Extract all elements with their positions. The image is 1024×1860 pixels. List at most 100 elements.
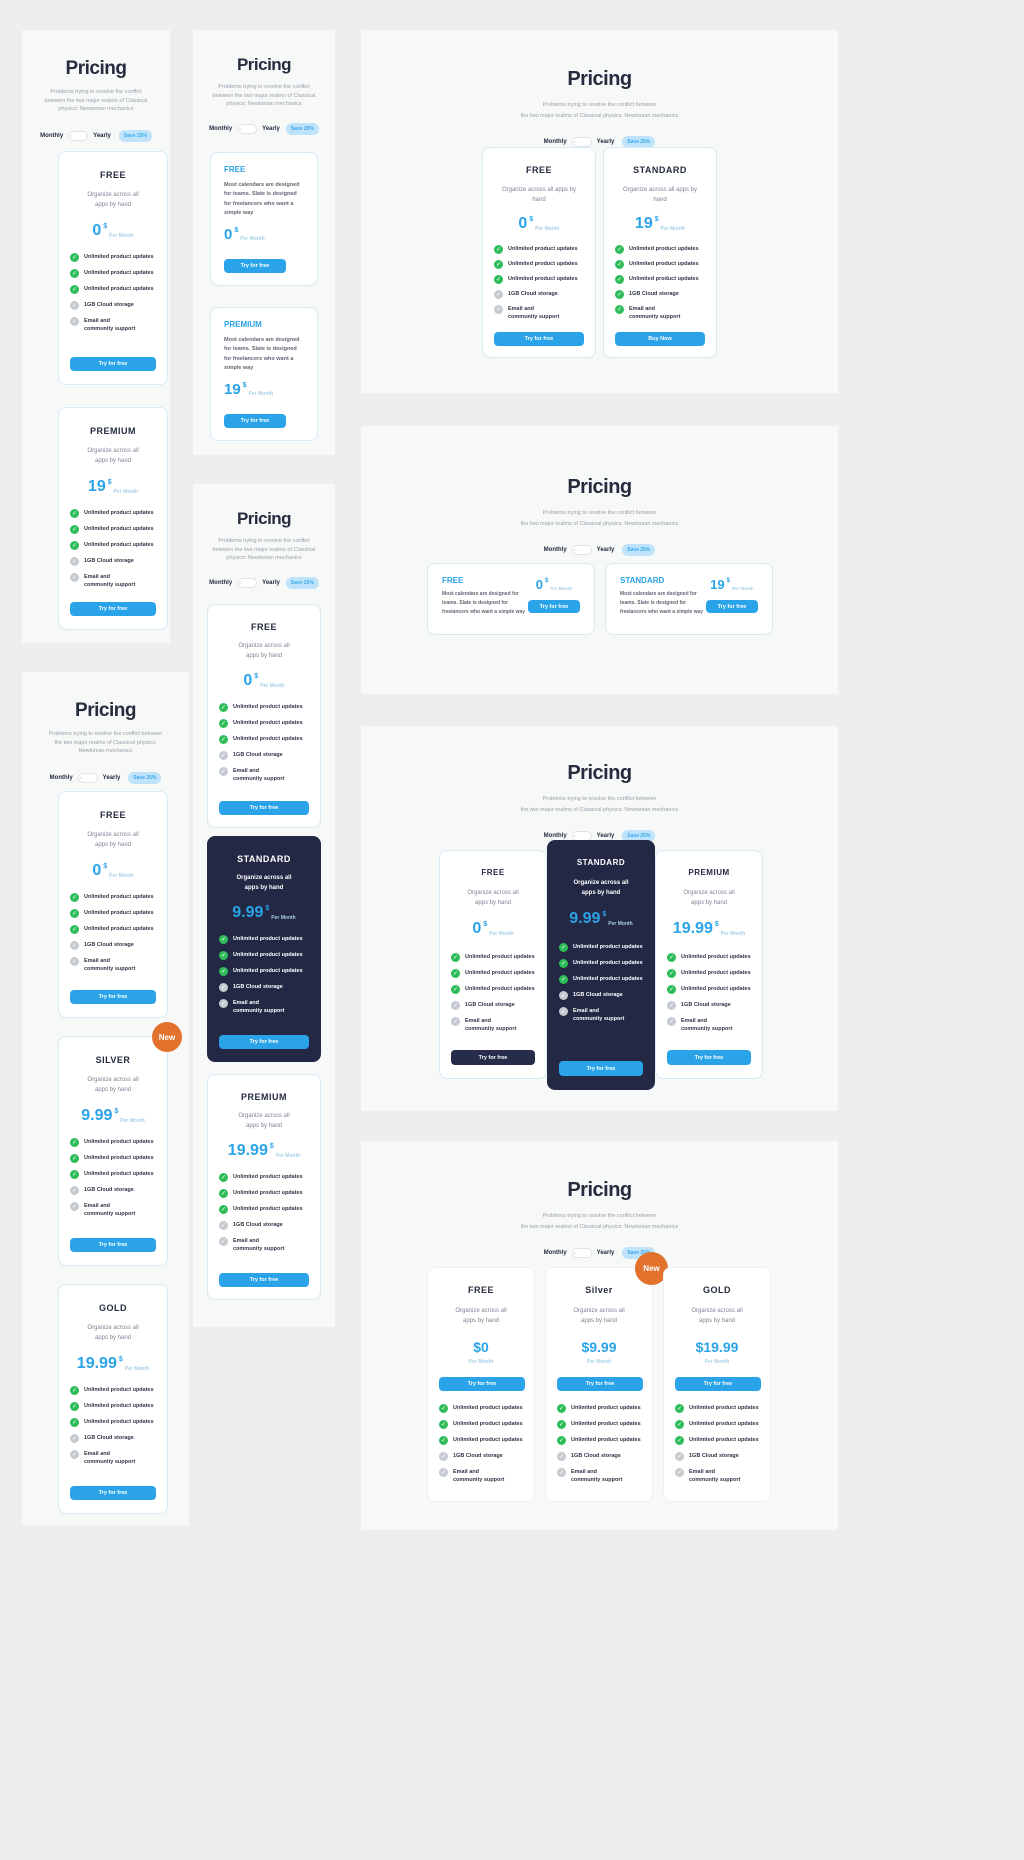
check-icon: ✓ [439, 1436, 448, 1446]
currency-symbol: $ [265, 905, 270, 913]
try-for-free-button[interactable]: Try for free [70, 990, 156, 1004]
billing-toggle-switch[interactable] [237, 123, 258, 134]
try-for-free-button[interactable]: Try for free [224, 259, 286, 273]
plan-card-free[interactable]: FREE Organize across all apps by hand 0 … [439, 850, 547, 1079]
plan-price: 0 [224, 226, 233, 244]
try-for-free-button[interactable]: Try for free [706, 600, 758, 613]
billing-toggle-switch[interactable] [68, 130, 89, 141]
plan-card-standard[interactable]: STANDARD Organize across all apps by han… [547, 840, 655, 1090]
plan-card-free[interactable]: FREE Most calendars are designed for tea… [427, 563, 595, 635]
check-icon: ✓ [559, 1007, 568, 1017]
feature-label: Unlimited product updates [508, 276, 578, 283]
feature-item: ✓ 1GB Cloud storage [219, 983, 309, 993]
try-for-free-button[interactable]: Try for free [528, 600, 580, 613]
plan-card-premium[interactable]: PREMIUM Organize across all apps by hand… [58, 407, 168, 630]
billing-toggle-switch[interactable] [571, 545, 592, 556]
plan-name: FREE [99, 810, 126, 820]
billing-toggle-switch[interactable] [237, 577, 258, 588]
buy-now-button[interactable]: Buy Now [615, 332, 705, 346]
plan-card-free[interactable]: FREE Organize across all apps by hand $0… [427, 1267, 535, 1502]
plan-price: 19.99 [76, 1355, 117, 1373]
feature-label: Email and community support [84, 1451, 136, 1465]
plan-card-free[interactable]: FREE Organize across all apps by hand 0 … [58, 151, 168, 385]
billing-toggle-switch[interactable] [571, 1248, 592, 1259]
plan-card-premium[interactable]: PREMIUM Most calendars are designed for … [210, 307, 318, 441]
per-month-label: Per Month [113, 489, 139, 496]
try-for-free-button[interactable]: Try for free [675, 1377, 761, 1392]
feature-item: ✓ Unlimited product updates [557, 1404, 641, 1414]
check-icon: ✓ [70, 557, 79, 567]
toggle-label-yearly: Yearly [93, 132, 111, 139]
try-for-free-button[interactable]: Try for free [70, 1486, 156, 1500]
plan-card-standard[interactable]: STANDARD Organize across all apps by han… [207, 836, 321, 1062]
feature-item: ✓ 1GB Cloud storage [219, 1221, 309, 1231]
toggle-label-yearly: Yearly [596, 139, 615, 146]
per-month-label: Per Month [248, 391, 274, 398]
feature-label: Unlimited product updates [84, 1139, 154, 1146]
try-for-free-button[interactable]: Try for free [559, 1061, 643, 1076]
per-month-label: Per Month [240, 236, 265, 243]
billing-toggle-switch[interactable] [77, 772, 98, 783]
plan-description: Organize across all apps by hand [455, 1308, 507, 1324]
plan-description: Most calendars are designed for teams. S… [442, 591, 526, 615]
feature-item: ✓ Email and community support [494, 305, 584, 321]
try-for-free-button[interactable]: Try for free [494, 332, 584, 346]
plan-price: $0 [473, 1339, 489, 1356]
plan-card-free[interactable]: FREE Most calendars are designed for tea… [210, 152, 318, 286]
feature-label: Unlimited product updates [689, 1421, 759, 1428]
feature-item: ✓ Unlimited product updates [70, 1138, 156, 1148]
currency-symbol: $ [118, 1356, 123, 1364]
plan-price-row: 0 $ Per Month [70, 863, 156, 880]
feature-item: ✓ 1GB Cloud storage [557, 1452, 641, 1462]
feature-item: ✓ Unlimited product updates [439, 1404, 523, 1414]
billing-toggle-row: Monthly Yearly Save 25% [361, 544, 838, 557]
plan-price-row: 19 $ Per Month [710, 578, 754, 591]
feature-label: Unlimited product updates [571, 1437, 641, 1444]
try-for-free-button[interactable]: Try for free [557, 1377, 643, 1392]
plan-card-standard[interactable]: STANDARD Organize across all apps by han… [603, 147, 717, 358]
try-for-free-button[interactable]: Try for free [224, 414, 286, 428]
plan-card-silver[interactable]: New SILVER Organize across all apps by h… [58, 1022, 182, 1266]
feature-label: 1GB Cloud storage [84, 302, 134, 309]
try-for-free-button[interactable]: Try for free [219, 801, 309, 815]
plan-card-silver[interactable]: New Silver Organize across all apps by h… [545, 1252, 668, 1502]
check-icon: ✓ [219, 951, 228, 961]
try-for-free-button[interactable]: Try for free [219, 1273, 309, 1287]
panel-left-top: Pricing Problems trying to resolve the c… [22, 30, 170, 643]
plan-description: Organize across all apps by hand [87, 1077, 139, 1093]
try-for-free-button[interactable]: Try for free [70, 357, 156, 371]
check-icon: ✓ [451, 953, 460, 963]
try-for-free-button[interactable]: Try for free [667, 1050, 751, 1065]
try-for-free-button[interactable]: Try for free [219, 1035, 309, 1049]
feature-item: ✓ Unlimited product updates [70, 909, 156, 919]
try-for-free-button[interactable]: Try for free [70, 602, 156, 616]
try-for-free-button[interactable]: Try for free [439, 1377, 525, 1392]
panel-left-bottom: Pricing Problems trying to resolve the c… [22, 672, 189, 1525]
plan-name: GOLD [99, 1303, 127, 1313]
per-month-label: Per Month [704, 1359, 730, 1366]
plan-card-premium[interactable]: PREMIUM Organize across all apps by hand… [207, 1074, 321, 1300]
plan-price-row: 0 $ Per Month [536, 578, 573, 591]
check-icon: ✓ [70, 1386, 79, 1396]
feature-label: Unlimited product updates [84, 1387, 154, 1394]
feature-label: Unlimited product updates [84, 894, 154, 901]
check-icon: ✓ [675, 1468, 684, 1478]
try-for-free-button[interactable]: Try for free [451, 1050, 535, 1065]
try-for-free-button[interactable]: Try for free [70, 1238, 156, 1252]
feature-item: ✓ Unlimited product updates [70, 1402, 156, 1412]
plan-price: $19.99 [695, 1339, 739, 1356]
plan-card-standard[interactable]: STANDARD Most calendars are designed for… [605, 563, 773, 635]
plan-card-free[interactable]: FREE Organize across all apps by hand 0 … [207, 604, 321, 828]
feature-label: Unlimited product updates [84, 526, 154, 533]
plan-name: FREE [442, 576, 464, 585]
feature-label: Unlimited product updates [84, 254, 154, 261]
plan-card-gold[interactable]: GOLD Organize across all apps by hand $1… [663, 1267, 771, 1502]
plan-card-gold[interactable]: GOLD Organize across all apps by hand 19… [58, 1284, 168, 1514]
plan-card-premium[interactable]: PREMIUM Organize across all apps by hand… [655, 850, 763, 1079]
plan-price-row: 9.99 $ Per Month [559, 911, 643, 928]
plan-card-free[interactable]: FREE Organize across all apps by hand 0 … [58, 791, 168, 1018]
billing-toggle-switch[interactable] [571, 137, 592, 148]
check-icon: ✓ [559, 991, 568, 1001]
feature-label: 1GB Cloud storage [629, 291, 679, 298]
plan-card-free[interactable]: FREE Organize across all apps by hand 0 … [482, 147, 596, 358]
